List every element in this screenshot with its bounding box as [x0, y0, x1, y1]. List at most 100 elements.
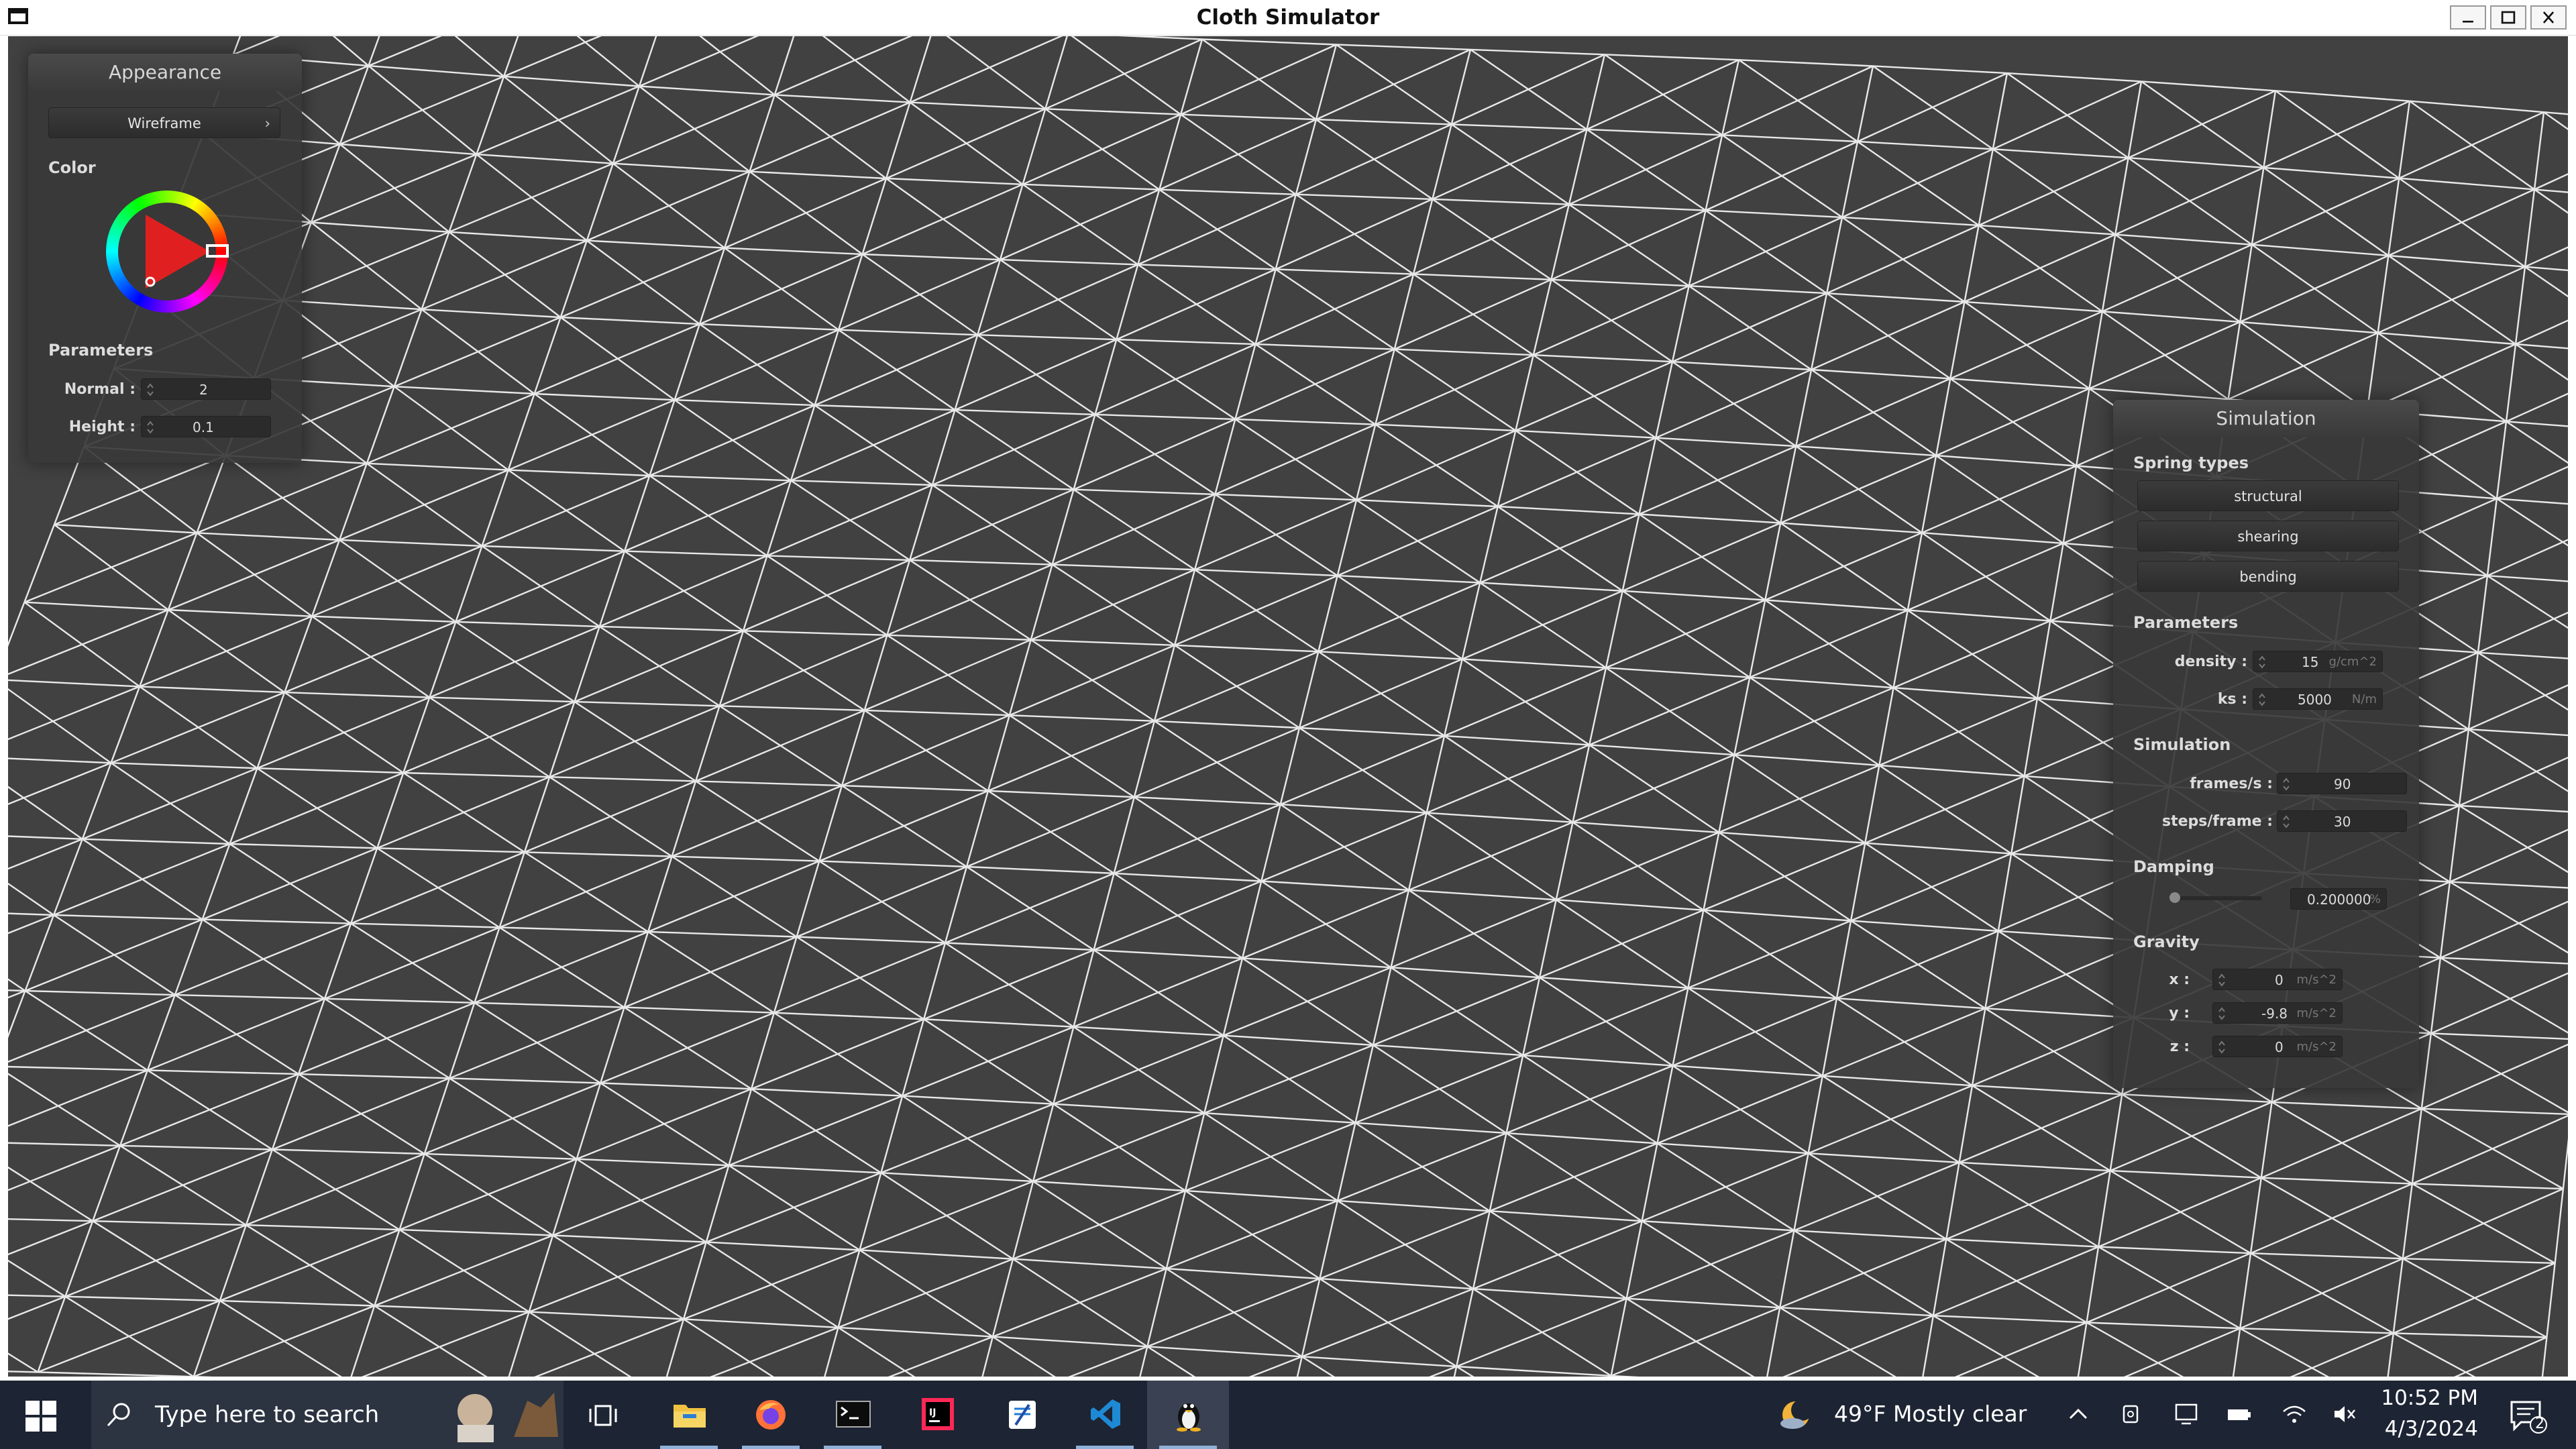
mesh-edge — [1235, 418, 1376, 425]
spring-structural-button[interactable]: structural — [2137, 480, 2399, 511]
linux-app[interactable] — [1147, 1381, 1229, 1449]
weather-moon-icon[interactable] — [1778, 1397, 1814, 1433]
active-indicator — [1159, 1446, 1217, 1449]
chevron-up-icon[interactable] — [2066, 1403, 2090, 1424]
mesh-edge — [2122, 1093, 2272, 1104]
damping-slider-track[interactable] — [2174, 896, 2262, 900]
mesh-edge — [2505, 343, 2517, 422]
mesh-edge — [1470, 48, 1605, 56]
mesh-edge — [674, 399, 815, 407]
close-button[interactable] — [2530, 5, 2567, 30]
steps-input[interactable]: 30 — [2277, 810, 2407, 832]
mesh-edge — [574, 700, 720, 707]
fps-label: frames/s : — [2190, 775, 2273, 792]
spinner-icon[interactable] — [2282, 776, 2291, 792]
mesh-edge — [402, 697, 431, 773]
mesh-edge — [1780, 1307, 1933, 1317]
mesh-edge — [2496, 498, 2568, 505]
mesh-edge — [2036, 621, 2051, 699]
file-explorer-app[interactable] — [648, 1381, 730, 1449]
intellij-app[interactable]: IJ — [896, 1381, 978, 1449]
color-wheel[interactable] — [103, 188, 231, 315]
mesh-diagonal — [233, 36, 280, 56]
ks-input[interactable]: 5000 N/m — [2253, 688, 2383, 710]
spinner-icon[interactable] — [2282, 814, 2291, 830]
battery-icon[interactable] — [2226, 1403, 2253, 1426]
mesh-edge — [863, 635, 888, 711]
mesh-edge — [1166, 1267, 1320, 1280]
height-input[interactable]: 0.1 — [141, 416, 271, 437]
spring-shearing-button[interactable]: shearing — [2137, 521, 2399, 551]
mesh-edge — [54, 523, 197, 534]
spinner-icon[interactable] — [146, 419, 155, 435]
notepad-app[interactable] — [981, 1381, 1063, 1449]
mesh-edge — [1733, 677, 1751, 755]
spring-bending-button[interactable]: bending — [2137, 561, 2399, 592]
spinner-icon[interactable] — [2257, 654, 2267, 670]
spinner-icon[interactable] — [2217, 972, 2226, 988]
mesh-edge — [534, 392, 675, 401]
mesh-edge — [1964, 225, 1980, 303]
maximize-button[interactable] — [2490, 5, 2526, 30]
mesh-diagonal — [1462, 590, 1623, 660]
density-input[interactable]: 15 g/cm^2 — [2253, 651, 2383, 672]
mesh-edge — [1505, 1055, 1524, 1134]
mesh-edge — [706, 1241, 860, 1251]
gravity-y-input[interactable]: -9.8 m/s^2 — [2212, 1002, 2343, 1024]
mesh-edge — [1012, 1258, 1167, 1270]
monitor-icon[interactable] — [2174, 1402, 2199, 1426]
steps-label: steps/frame : — [2162, 813, 2273, 830]
start-icon[interactable] — [25, 1401, 56, 1432]
density-label: density : — [2174, 653, 2247, 670]
mesh-edge — [1950, 378, 2090, 390]
mesh-diagonal — [1174, 574, 1338, 646]
taskbar-search-box[interactable]: Type here to search — [91, 1381, 564, 1449]
terminal-app[interactable] — [812, 1381, 894, 1449]
render-mode-label: Wireframe — [127, 115, 201, 131]
mesh-edge — [174, 994, 325, 1000]
mesh-edge — [1412, 199, 1434, 274]
volume-muted-icon[interactable] — [2332, 1402, 2359, 1426]
damping-input[interactable]: 0.200000 % — [2290, 888, 2387, 910]
appearance-panel-header[interactable]: Appearance — [28, 54, 302, 91]
spinner-icon[interactable] — [2217, 1006, 2226, 1022]
mesh-edge — [38, 1371, 194, 1377]
mesh-edge — [1734, 754, 1880, 767]
vscode-app[interactable] — [1064, 1381, 1146, 1449]
mesh-diagonal — [1094, 343, 1256, 415]
render-mode-dropdown[interactable]: Wireframe › — [48, 107, 280, 138]
mesh-edge — [1808, 1152, 1960, 1164]
mesh-diagonal — [790, 409, 955, 482]
spinner-icon[interactable] — [146, 382, 155, 398]
wifi-icon[interactable] — [2281, 1402, 2308, 1426]
camera-icon[interactable] — [2120, 1402, 2144, 1426]
mesh-diagonal — [1444, 667, 1607, 737]
normal-input[interactable]: 2 — [141, 378, 271, 400]
mesh-edge — [885, 102, 911, 179]
spinner-icon[interactable] — [2217, 1039, 2226, 1055]
height-label: Height : — [68, 419, 136, 435]
simulation-panel-header[interactable]: Simulation — [2113, 400, 2419, 437]
gravity-x-input[interactable]: 0 m/s^2 — [2212, 969, 2343, 990]
clock-date[interactable]: 4/3/2024 — [2360, 1417, 2478, 1441]
mesh-edge — [612, 86, 641, 164]
mesh-edge — [1336, 1122, 1356, 1201]
mesh-diagonal — [719, 634, 888, 707]
gravity-z-input[interactable]: 0 m/s^2 — [2212, 1036, 2343, 1057]
mesh-diagonal — [1299, 658, 1463, 729]
mesh-diagonal — [1316, 48, 1471, 121]
mesh-edge — [481, 470, 509, 547]
mesh-edge — [999, 184, 1024, 260]
mesh-edge — [1195, 569, 1338, 577]
mesh-diagonal — [1506, 1065, 1673, 1134]
fps-input[interactable]: 90 — [2277, 773, 2407, 794]
weather-text[interactable]: 49°F Mostly clear — [1834, 1401, 2027, 1427]
mesh-diagonal — [284, 621, 456, 694]
firefox-app[interactable] — [730, 1381, 812, 1449]
minimize-button[interactable] — [2450, 5, 2486, 30]
task-view-icon[interactable] — [588, 1402, 619, 1429]
clock-time[interactable]: 10:52 PM — [2360, 1386, 2478, 1410]
mesh-edge — [2486, 498, 2498, 576]
spinner-icon[interactable] — [2257, 692, 2267, 708]
damping-slider-handle[interactable] — [2169, 892, 2180, 903]
